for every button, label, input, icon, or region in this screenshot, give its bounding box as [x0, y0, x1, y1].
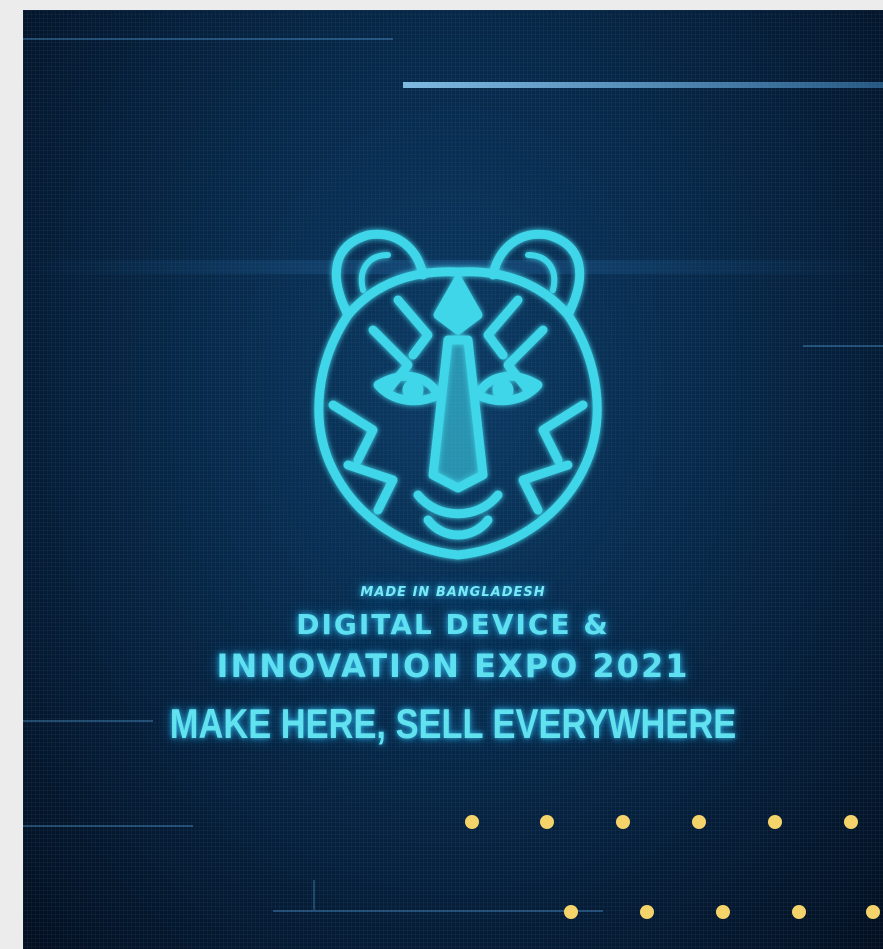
tagline: MAKE HERE, SELL EVERYWHERE [169, 700, 737, 747]
decor-dot [564, 905, 578, 919]
decor-dot [792, 905, 806, 919]
decor-dot [866, 905, 880, 919]
eyebrow-text: MADE IN BANGLADESH [360, 585, 546, 600]
decor-dot [844, 815, 858, 829]
title-line-1: DIGITAL DEVICE & [296, 608, 610, 641]
circuit-line [23, 38, 393, 40]
decor-dot [616, 815, 630, 829]
circuit-line [23, 825, 193, 827]
decor-dot [768, 815, 782, 829]
circuit-line [403, 82, 883, 88]
title-line-2: INNOVATION EXPO 2021 [216, 647, 690, 685]
circuit-line [313, 880, 315, 910]
tiger-head-icon [314, 229, 602, 560]
decor-dot [692, 815, 706, 829]
decor-dot [465, 815, 479, 829]
expo-poster: MADE IN BANGLADESH DIGITAL DEVICE & INNO… [23, 10, 883, 949]
decor-dot [640, 905, 654, 919]
circuit-line [273, 910, 603, 912]
decor-dot [716, 905, 730, 919]
circuit-line [803, 345, 883, 347]
decor-dot [540, 815, 554, 829]
